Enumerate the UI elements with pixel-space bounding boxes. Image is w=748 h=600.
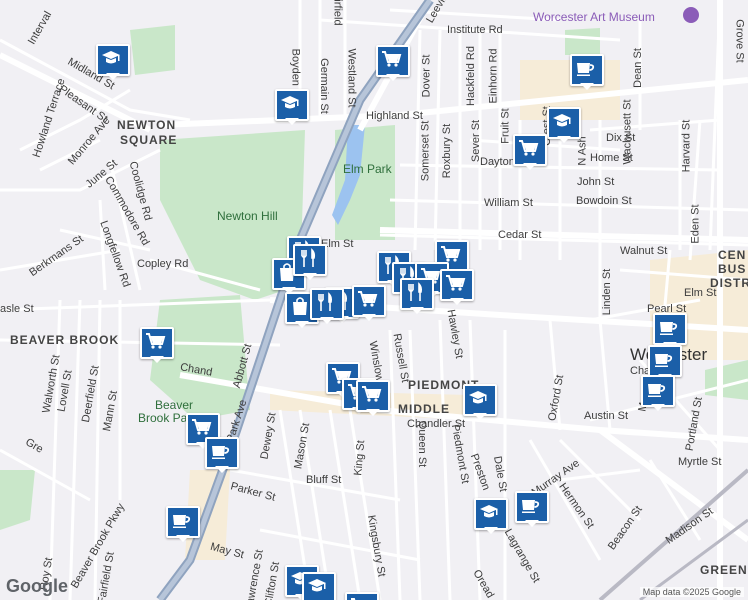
cafe-marker[interactable] [570,54,604,90]
street-label: Austin St [584,410,629,422]
school-marker[interactable] [547,107,581,143]
school-marker[interactable] [474,498,508,534]
area-beaver-brook: BEAVER BROOK [10,333,120,347]
cafe-marker[interactable] [205,437,239,473]
street-label: Germain St [317,58,330,114]
school-marker[interactable] [96,44,130,80]
attribution[interactable]: Map data ©2025 Google [639,587,744,597]
street-label: Eden St [689,204,702,244]
park-newton-hill: Newton Hill [217,209,278,223]
street-label: Copley Rd [137,258,189,270]
marker-tail [580,83,594,90]
grocery-marker[interactable] [345,592,379,600]
museum-label[interactable]: Worcester Art Museum [533,10,655,24]
school-marker[interactable] [463,384,497,420]
street-label: Walnut St [620,245,668,257]
cafe-marker[interactable] [641,375,675,411]
museum-icon[interactable] [683,7,699,23]
marker-tail [366,409,380,416]
cafe-marker[interactable] [166,506,200,542]
school-marker[interactable] [275,89,309,125]
marker-tail [285,118,299,125]
marker-tail [106,73,120,80]
street-label: Highland St [366,110,423,122]
street-label: Bowdoin St [576,195,632,207]
area-square: SQUARE [120,133,178,147]
restaurant-marker[interactable] [400,278,434,314]
street-label: Grove St [733,19,746,63]
street-label: Dayton [480,156,515,168]
marker-tail [215,466,229,473]
street-label: Wachusett St [621,99,634,165]
street-label: Westland St [345,48,358,108]
park-beaver: Beaver [155,398,194,412]
marker-tail [525,520,539,527]
marker-tail [362,314,376,321]
marker-tail [484,527,498,534]
marker-tail [523,163,537,170]
cafe-marker[interactable] [515,491,549,527]
street-label: Einhorn Rd [487,48,500,104]
school-marker[interactable] [302,572,336,600]
marker-tail [320,317,334,324]
marker-tail [295,321,309,328]
street-label: William St [484,197,533,209]
area-cen: CEN [718,248,747,262]
marker-tail [176,535,190,542]
street-label: Fruit St [499,108,512,144]
area-bus: BUS [718,262,747,276]
cafe-marker[interactable] [648,345,682,381]
street-label: Fairfield [331,0,344,26]
marker-tail [410,307,424,314]
street-label: Linden St [601,268,614,316]
marker-tail [150,356,164,363]
grocery-marker[interactable] [352,285,386,321]
street-label: asle St [0,303,34,315]
area-newton: NEWTON [117,118,177,132]
grocery-marker[interactable] [376,45,410,81]
cafe-marker[interactable] [653,313,687,349]
marker-tail [450,298,464,305]
grocery-marker[interactable] [140,327,174,363]
street-label: Dover St [420,54,433,98]
street-label: Elm St [684,287,717,299]
grocery-marker[interactable] [440,269,474,305]
street-label: Dean St [631,48,644,88]
area-green: GREEN [700,563,748,577]
google-logo: Google [6,576,68,596]
marker-tail [473,413,487,420]
street-label: Institute Rd [447,24,503,36]
street-label: Somerset St [419,120,432,182]
street-label: Cedar St [498,229,542,241]
grocery-marker[interactable] [356,380,390,416]
street-label: Bluff St [306,474,342,486]
area-middle: MIDDLE [398,402,450,416]
street-label: John St [577,176,615,188]
marker-tail [386,74,400,81]
grocery-marker[interactable] [513,134,547,170]
restaurant-marker[interactable] [310,288,344,324]
restaurant-marker[interactable] [293,244,327,280]
street-label: Hackfeld Rd [464,46,477,106]
marker-tail [303,273,317,280]
street-label: Harvard St [680,119,693,173]
street-label: Myrtle St [678,456,722,468]
park-elm-park: Elm Park [343,162,392,176]
street-label: Roxbury St [441,123,454,179]
street-label: Queen St [416,420,429,468]
map-canvas[interactable]: NEWTON SQUARE BEAVER BROOK PIEDMONT MIDD… [0,0,748,600]
marker-tail [557,136,571,143]
marker-tail [651,404,665,411]
